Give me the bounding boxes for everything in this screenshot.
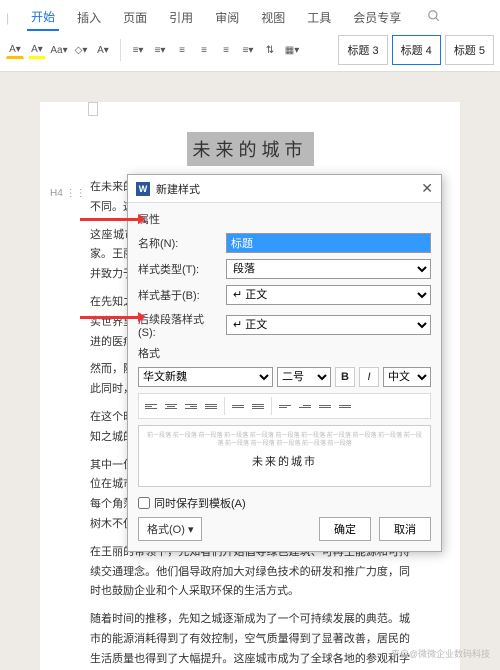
tab-review[interactable]: 审阅 (211, 5, 243, 30)
search-icon[interactable] (427, 9, 441, 26)
indent-dec-button[interactable] (276, 397, 294, 415)
close-icon[interactable]: ✕ (421, 180, 433, 197)
section-properties: 属性 (138, 211, 431, 227)
spacing-2-button[interactable] (249, 397, 267, 415)
script-select[interactable]: 中文 (383, 367, 431, 387)
dialog-body: 属性 名称(N): 样式类型(T): 段落 样式基于(B): ↵ 正文 后续段落… (128, 203, 441, 551)
tab-page[interactable]: 页面 (119, 5, 151, 30)
heading-indicator: H4 ⋮⋮ (50, 188, 86, 199)
font-effects-button[interactable]: A▾ (94, 41, 112, 59)
toolbar: A▾ A▾ Aa▾ ◇▾ A▾ ≡▾ ≡▾ ≡ ≡ ≡ ≡▾ ⇅ ▦▾ 标题 3… (0, 31, 500, 72)
borders-button[interactable]: ▦▾ (283, 41, 301, 59)
paragraph[interactable]: 随着时间的推移，先知之城逐渐成为了一个可持续发展的典范。城市的能源消耗得到了有效… (90, 610, 410, 670)
watermark: 来自@微微企业数码科技 (391, 647, 490, 660)
tab-view[interactable]: 视图 (257, 5, 289, 30)
tab-insert[interactable]: 插入 (73, 5, 105, 30)
numbering-button[interactable]: ≡▾ (151, 41, 169, 59)
clear-format-button[interactable]: ◇▾ (72, 41, 90, 59)
based-label: 样式基于(B): (138, 287, 220, 303)
sort-button[interactable]: ⇅ (261, 41, 279, 59)
save-template-checkbox[interactable] (138, 497, 150, 509)
font-family-select[interactable]: 华文新魏 (138, 367, 273, 387)
divider: | (6, 11, 9, 25)
tab-reference[interactable]: 引用 (165, 5, 197, 30)
font-size-select[interactable]: 二号 (277, 367, 331, 387)
divider (224, 397, 225, 415)
align-center-button[interactable] (162, 397, 180, 415)
word-icon: W (136, 182, 150, 196)
ruler-marker (88, 102, 98, 116)
alignment-row (138, 393, 431, 419)
preview-sample: 未来的城市 (145, 453, 424, 469)
dialog-title: 新建样式 (156, 181, 200, 197)
indent-button[interactable] (336, 397, 354, 415)
follow-label: 后续段落样式(S): (138, 311, 220, 339)
section-format: 格式 (138, 345, 431, 361)
line-spacing-button[interactable]: ≡▾ (239, 41, 257, 59)
based-select[interactable]: ↵ 正文 (226, 285, 431, 305)
paragraph-group: ≡▾ ≡▾ ≡ ≡ ≡ ≡▾ ⇅ ▦▾ (129, 41, 301, 59)
name-input[interactable] (226, 233, 431, 253)
divider (120, 39, 121, 61)
styles-gallery: 标题 3 标题 4 标题 5 (338, 35, 494, 65)
tab-tools[interactable]: 工具 (303, 5, 335, 30)
spacing-1-button[interactable] (229, 397, 247, 415)
indent-right-button[interactable]: ≡ (217, 41, 235, 59)
follow-select[interactable]: ↵ 正文 (226, 315, 431, 335)
align-left-button[interactable] (142, 397, 160, 415)
style-heading4[interactable]: 标题 4 (392, 35, 441, 65)
annotation-arrow (80, 316, 140, 319)
align-justify-button[interactable] (202, 397, 220, 415)
document-title[interactable]: 未来的城市 (187, 132, 314, 166)
align-right-button[interactable] (182, 397, 200, 415)
divider (271, 397, 272, 415)
indent-inc-button[interactable] (296, 397, 314, 415)
format-dropdown-button[interactable]: 格式(O) ▾ (138, 517, 202, 541)
font-case-button[interactable]: Aa▾ (50, 41, 68, 59)
new-style-dialog: W 新建样式 ✕ 属性 名称(N): 样式类型(T): 段落 样式基于(B): … (127, 174, 442, 552)
tab-member[interactable]: 会员专享 (349, 5, 405, 30)
cancel-button[interactable]: 取消 (379, 517, 431, 541)
type-label: 样式类型(T): (138, 261, 220, 277)
outdent-button[interactable] (316, 397, 334, 415)
document-area: H4 ⋮⋮ 未来的城市 在未来的某个世纪，世界的面貌早已随着科技的飞速进步变得截… (0, 72, 500, 670)
indent-left-button[interactable]: ≡ (195, 41, 213, 59)
type-select[interactable]: 段落 (226, 259, 431, 279)
name-label: 名称(N): (138, 235, 220, 251)
italic-button[interactable]: I (359, 367, 379, 387)
font-color-button[interactable]: A▾ (6, 41, 24, 59)
preview-context: 前一段落 前一段落 前一段落 前一段落 前一段落 前一段落 前一段落 前一段落 … (145, 432, 424, 449)
ribbon-tabs: | 开始 插入 页面 引用 审阅 视图 工具 会员专享 (0, 0, 500, 31)
font-group: A▾ A▾ Aa▾ ◇▾ A▾ (6, 41, 112, 59)
preview-box: 前一段落 前一段落 前一段落 前一段落 前一段落 前一段落 前一段落 前一段落 … (138, 425, 431, 487)
ok-button[interactable]: 确定 (319, 517, 371, 541)
tab-home[interactable]: 开始 (27, 4, 59, 31)
annotation-arrow (80, 218, 140, 221)
save-template-label: 同时保存到模板(A) (154, 495, 246, 511)
bullets-button[interactable]: ≡▾ (129, 41, 147, 59)
bold-button[interactable]: B (335, 367, 355, 387)
align-button[interactable]: ≡ (173, 41, 191, 59)
style-heading3[interactable]: 标题 3 (338, 35, 387, 65)
style-heading5[interactable]: 标题 5 (445, 35, 494, 65)
highlight-button[interactable]: A▾ (28, 41, 46, 59)
dialog-titlebar[interactable]: W 新建样式 ✕ (128, 175, 441, 203)
